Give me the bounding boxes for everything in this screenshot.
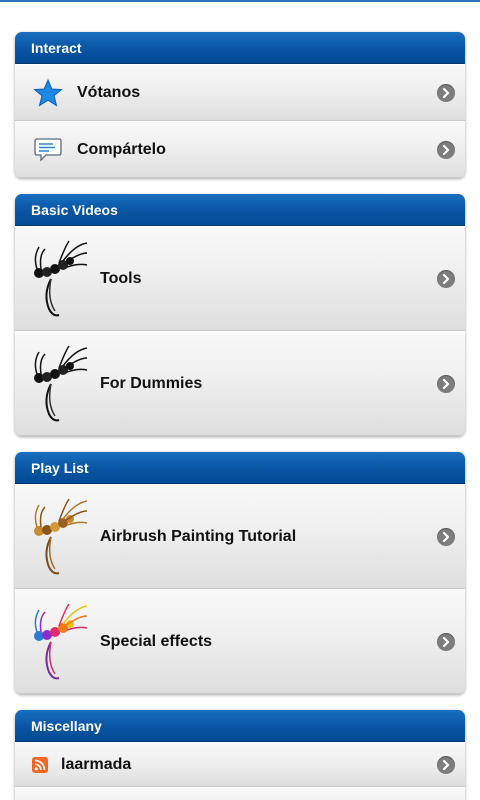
chevron-right-icon bbox=[437, 632, 455, 651]
chevron-right-icon bbox=[437, 527, 455, 546]
speech-bubble-icon bbox=[33, 137, 63, 168]
top-divider bbox=[0, 0, 480, 2]
rss-icon bbox=[32, 756, 48, 778]
section-header-interact: Interact bbox=[15, 32, 465, 64]
list-item-airbrush-painting-tutorial[interactable]: Airbrush Painting Tutorial bbox=[15, 484, 465, 589]
section-interact: Interact Vótanos Compártelo bbox=[15, 32, 465, 178]
list-item-tools[interactable]: Tools bbox=[15, 226, 465, 331]
list-item-for-dummies[interactable]: For Dummies bbox=[15, 331, 465, 436]
list-item-label: Compártelo bbox=[77, 140, 166, 158]
section-header-basic-videos: Basic Videos bbox=[15, 194, 465, 226]
fairy-rainbow-icon bbox=[29, 602, 89, 687]
list-item-label: Special effects bbox=[100, 632, 213, 650]
list-item-laarmada[interactable]: laarmada bbox=[15, 742, 465, 787]
list-item-label: Tools bbox=[100, 269, 142, 287]
chevron-right-icon bbox=[437, 755, 455, 774]
star-icon bbox=[33, 78, 63, 113]
list-item-compartelo[interactable]: Compártelo bbox=[15, 121, 465, 178]
section-header-play-list: Play List bbox=[15, 452, 465, 484]
chevron-right-icon bbox=[437, 374, 455, 393]
list-item-votanos[interactable]: Vótanos bbox=[15, 64, 465, 121]
list-item-partial[interactable] bbox=[15, 787, 465, 800]
fairy-black-icon bbox=[29, 344, 89, 429]
fairy-gold-icon bbox=[29, 497, 89, 582]
list-item-special-effects[interactable]: Special effects bbox=[15, 589, 465, 694]
fairy-black-icon bbox=[29, 239, 89, 324]
chevron-right-icon bbox=[437, 83, 455, 102]
list-item-label: Airbrush Painting Tutorial bbox=[100, 527, 297, 545]
section-play-list: Play List Airbrush Painting Tutorial Spe… bbox=[15, 452, 465, 694]
chevron-right-icon bbox=[437, 140, 455, 159]
list-item-label: laarmada bbox=[61, 755, 132, 773]
section-header-miscellany: Miscellany bbox=[15, 710, 465, 742]
list-item-label: Vótanos bbox=[77, 83, 141, 101]
section-basic-videos: Basic Videos Tools For Dummies bbox=[15, 194, 465, 436]
chevron-right-icon bbox=[437, 269, 455, 288]
section-miscellany: Miscellany laarmada bbox=[15, 710, 465, 800]
list-item-label: For Dummies bbox=[100, 374, 203, 392]
